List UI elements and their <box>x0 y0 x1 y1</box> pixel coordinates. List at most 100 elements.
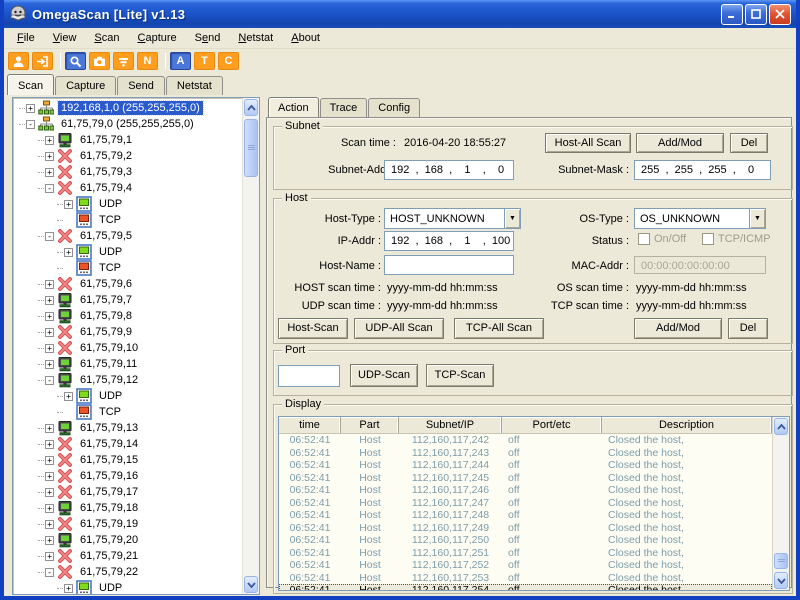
tree-item-label[interactable]: 61,75,79,22 <box>77 565 141 579</box>
expand-icon[interactable]: + <box>45 168 54 177</box>
titlebar[interactable]: OmegaScan [Lite] v1.13 <box>4 0 796 28</box>
log-row[interactable]: 06:52:41Host112,160,117,243offClosed the… <box>279 447 772 460</box>
tree-item-label[interactable]: 61,75,79,0 (255,255,255,0) <box>58 117 197 131</box>
log-row[interactable]: 06:52:41Host112,160,117,248offClosed the… <box>279 509 772 522</box>
log-row[interactable]: 06:52:41Host112,160,117,246offClosed the… <box>279 484 772 497</box>
collapse-icon[interactable]: - <box>45 376 54 385</box>
expand-icon[interactable]: + <box>45 344 54 353</box>
tree-item[interactable]: +61,75,79,9 <box>13 324 242 340</box>
tree-item-label[interactable]: 192,168,1,0 (255,255,255,0) <box>58 101 203 115</box>
log-row[interactable]: 06:52:41Host112,160,117,251offClosed the… <box>279 547 772 560</box>
tree-item[interactable]: +192,168,1,0 (255,255,255,0) <box>13 100 242 116</box>
status-tcpicmp-checkbox[interactable]: TCP/ICMP <box>702 233 771 245</box>
subnet-del-button[interactable]: Del <box>730 133 768 153</box>
host-add-mod-button[interactable]: Add/Mod <box>634 318 722 339</box>
expand-icon[interactable]: + <box>64 200 73 209</box>
tree-item[interactable]: -61,75,79,12 <box>13 372 242 388</box>
collapse-icon[interactable]: - <box>26 120 35 129</box>
host-all-scan-button[interactable]: Host-All Scan <box>545 133 631 153</box>
tree-item[interactable]: +61,75,79,21 <box>13 548 242 564</box>
log-row[interactable]: 06:52:41Host112,160,117,245offClosed the… <box>279 472 772 485</box>
tree-item-label[interactable]: 61,75,79,11 <box>77 357 140 371</box>
host-scan-button[interactable]: Host-Scan <box>278 318 348 339</box>
tree-item[interactable]: -61,75,79,4 <box>13 180 242 196</box>
ip-addr-input[interactable]: 192 , 168 , 1 , 100 <box>384 231 514 251</box>
checkbox-icon[interactable] <box>638 233 650 245</box>
log-list-header[interactable]: timePartSubnet/IPPort/etcDescription <box>279 417 772 434</box>
tree-item-label[interactable]: 61,75,79,20 <box>77 533 141 547</box>
tab-capture[interactable]: Capture <box>55 76 116 95</box>
expand-icon[interactable]: + <box>64 584 73 593</box>
list-scroll-thumb[interactable] <box>774 553 788 569</box>
chevron-down-icon[interactable]: ▼ <box>504 209 520 228</box>
column-header-description[interactable]: Description <box>602 417 772 433</box>
tree-scroll-track[interactable] <box>243 117 259 575</box>
config-toolbar-button[interactable]: C <box>218 52 239 70</box>
expand-icon[interactable]: + <box>45 440 54 449</box>
tree-item-label[interactable]: 61,75,79,1 <box>77 133 135 147</box>
checkbox-icon[interactable] <box>702 233 714 245</box>
tree-item[interactable]: +UDP <box>13 244 242 260</box>
tree-item[interactable]: +61,75,79,15 <box>13 452 242 468</box>
expand-icon[interactable]: + <box>45 152 54 161</box>
panel-tab-trace[interactable]: Trace <box>320 98 368 117</box>
tab-send[interactable]: Send <box>117 76 165 95</box>
tree-item-label[interactable]: 61,75,79,21 <box>77 549 141 563</box>
tree-item-label[interactable]: UDP <box>96 245 125 259</box>
column-header-subnet-ip[interactable]: Subnet/IP <box>399 417 502 433</box>
action-toolbar-button[interactable]: A <box>170 52 191 70</box>
panel-tab-action[interactable]: Action <box>268 97 319 117</box>
tree-item-label[interactable]: TCP <box>96 261 124 275</box>
expand-icon[interactable]: + <box>26 104 35 113</box>
tree-item[interactable]: +61,75,79,1 <box>13 132 242 148</box>
tree-item[interactable]: +61,75,79,10 <box>13 340 242 356</box>
menu-item-netstat[interactable]: Netstat <box>229 30 282 47</box>
column-header-time[interactable]: time <box>279 417 341 433</box>
tree-item[interactable]: +61,75,79,11 <box>13 356 242 372</box>
tree-item-label[interactable]: 61,75,79,2 <box>77 149 135 163</box>
log-row[interactable]: 06:52:41Host112,160,117,250offClosed the… <box>279 534 772 547</box>
column-header-port-etc[interactable]: Port/etc <box>502 417 602 433</box>
expand-icon[interactable]: + <box>45 504 54 513</box>
expand-icon[interactable]: + <box>45 296 54 305</box>
tree-item[interactable]: - 61,75,79,0 (255,255,255,0) <box>13 116 242 132</box>
minimize-button[interactable] <box>721 4 743 25</box>
scroll-down-icon[interactable] <box>774 572 788 589</box>
tree-item[interactable]: TCP <box>13 212 242 228</box>
list-scroll-track[interactable] <box>773 436 789 571</box>
tree-scroll-thumb[interactable] <box>244 119 258 177</box>
expand-icon[interactable]: + <box>45 520 54 529</box>
tree-item-label[interactable]: 61,75,79,6 <box>77 277 135 291</box>
menu-item-capture[interactable]: Capture <box>129 30 186 47</box>
udp-scan-button[interactable]: UDP-Scan <box>350 364 418 387</box>
expand-icon[interactable]: + <box>45 328 54 337</box>
log-row[interactable]: 06:52:41Host112,160,117,253offClosed the… <box>279 572 772 585</box>
tree-item[interactable]: - 61,75,79,22 <box>13 564 242 580</box>
log-row[interactable]: 06:52:41Host112,160,117,242offClosed the… <box>279 434 772 447</box>
menu-item-view[interactable]: View <box>44 30 86 47</box>
tree-item-label[interactable]: 61,75,79,13 <box>77 421 141 435</box>
tree-item-label[interactable]: 61,75,79,8 <box>77 309 135 323</box>
scroll-down-icon[interactable] <box>244 576 258 593</box>
subnet-mask-input[interactable]: 255 , 255 , 255 , 0 <box>634 160 771 180</box>
expand-icon[interactable]: + <box>45 136 54 145</box>
tree-item[interactable]: +UDP <box>13 196 242 212</box>
column-header-part[interactable]: Part <box>341 417 399 433</box>
tree-item[interactable]: +61,75,79,16 <box>13 468 242 484</box>
collapse-icon[interactable]: - <box>45 568 54 577</box>
host-name-input[interactable] <box>384 255 514 275</box>
tree-scrollbar[interactable] <box>242 98 259 594</box>
scroll-up-icon[interactable] <box>244 99 258 116</box>
log-row[interactable]: 06:52:41Host112,160,117,249offClosed the… <box>279 522 772 535</box>
port-input[interactable] <box>278 365 340 387</box>
collapse-icon[interactable]: - <box>45 184 54 193</box>
tree-item[interactable]: +61,75,79,20 <box>13 532 242 548</box>
tree-item-label[interactable]: UDP <box>96 581 125 594</box>
status-onoff-checkbox[interactable]: On/Off <box>638 233 686 245</box>
subnet-addr-input[interactable]: 192 , 168 , 1 , 0 <box>384 160 514 180</box>
tcp-scan-button[interactable]: TCP-Scan <box>426 364 494 387</box>
tree-item[interactable]: TCP <box>13 260 242 276</box>
netstat-toolbar-button[interactable]: N <box>137 52 158 70</box>
tree-item[interactable]: +61,75,79,3 <box>13 164 242 180</box>
tree-item-label[interactable]: 61,75,79,3 <box>77 165 135 179</box>
